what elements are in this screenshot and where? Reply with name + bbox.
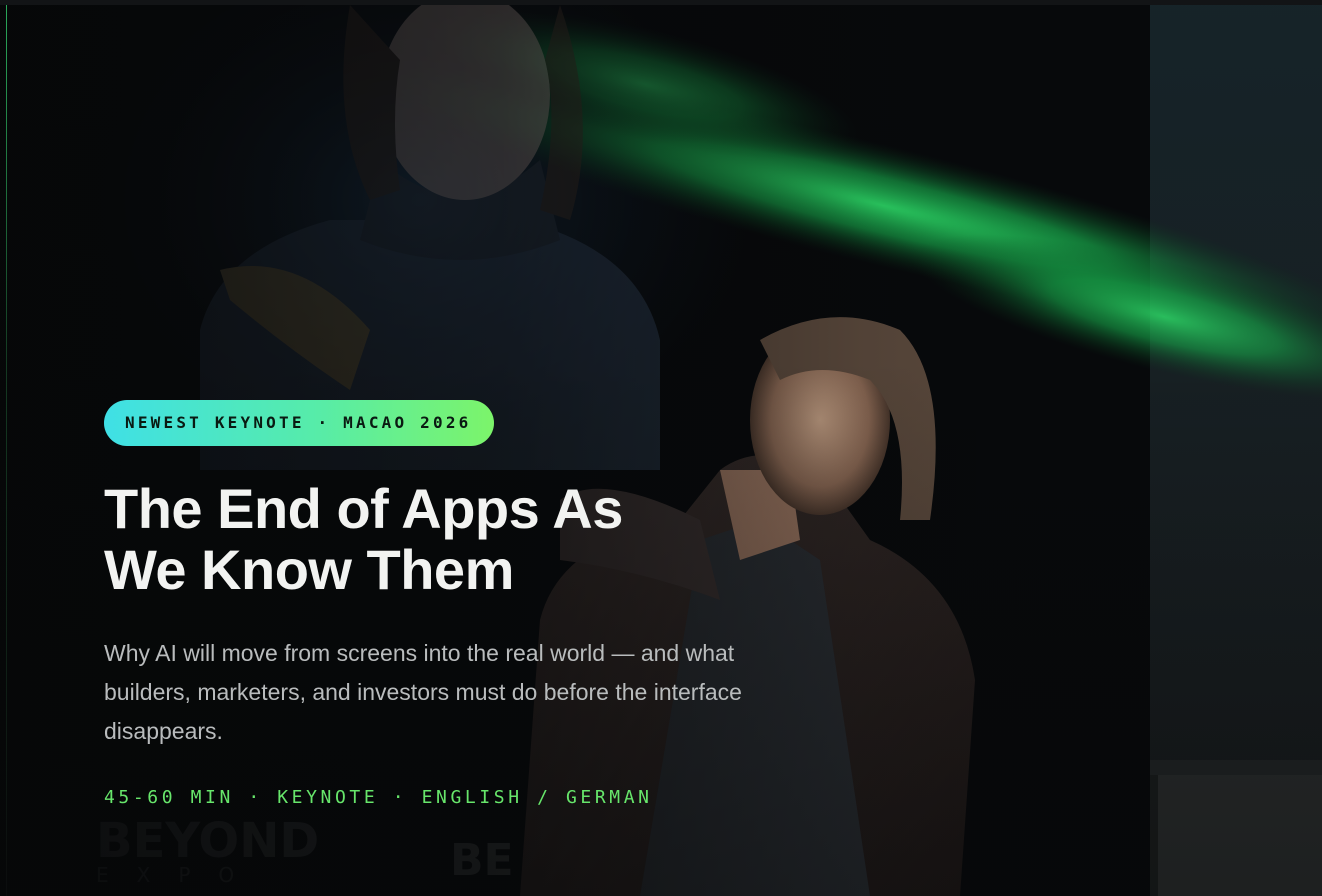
keynote-description: Why AI will move from screens into the r…: [104, 640, 742, 744]
keynote-badge: NEWEST KEYNOTE · MACAO 2026: [104, 400, 494, 446]
keynote-meta: 45-60 MIN · KEYNOTE · ENGLISH / GERMAN: [104, 787, 653, 808]
top-bar: [0, 0, 1322, 5]
page-title: The End of Apps As We Know Them: [104, 477, 623, 601]
keynote-hero: BEYOND EXPO BE NEWEST KEYNOTE · MACAO 20…: [0, 0, 1322, 896]
hero-content: NEWEST KEYNOTE · MACAO 2026 The End of A…: [104, 400, 804, 808]
left-accent-line: [6, 5, 7, 896]
